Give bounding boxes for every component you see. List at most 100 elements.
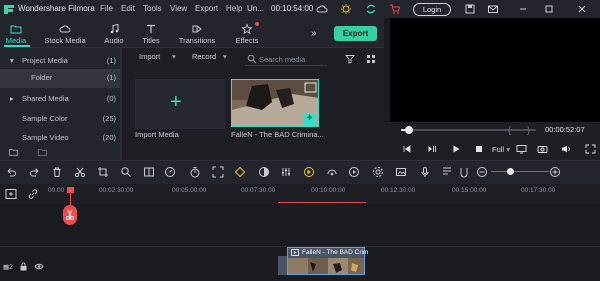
previous-frame-icon[interactable] [402,144,412,154]
ruler-label: 00:02:30:00 [99,187,134,194]
menu-export[interactable]: Export [195,4,218,13]
app-name: Wondershare Filmora [18,4,95,13]
eye-icon[interactable] [34,262,44,271]
tab-stock-media[interactable]: Stock Media [42,18,88,48]
sidebar-item-shared-media[interactable]: ▸ Shared Media (0) [0,90,120,109]
mark-out-icon[interactable]: } [527,125,530,135]
sync-icon[interactable] [365,3,377,15]
delete-icon[interactable] [51,166,63,178]
import-dropdown[interactable]: Import ▾ [139,52,176,66]
record-dropdown[interactable]: Record ▾ [192,52,227,66]
sidebar-item-count: (20) [102,133,116,142]
zoom-out-icon[interactable] [476,166,488,178]
close-icon[interactable] [576,3,588,15]
zoom-slider-track[interactable] [491,171,549,172]
audio-mixer-icon[interactable] [280,166,292,178]
crop-icon[interactable] [97,166,109,178]
menu-help[interactable]: Help [226,4,242,13]
cut-icon[interactable] [74,166,86,178]
menu-edit[interactable]: Edit [121,4,135,13]
chevron-down-icon: ▾ [506,145,510,154]
play-pause-icon[interactable] [427,144,437,154]
quality-select[interactable]: Full ▾ [492,145,510,154]
tab-effects-label: Effects [235,36,259,45]
stabilize-icon[interactable] [326,166,338,178]
zoom-slider-handle[interactable] [507,168,514,175]
undo-icon[interactable] [5,166,17,178]
ruler-label: 00:17:30:00 [521,187,556,194]
timeline-clip-name: FalleN - The BAD Crim [302,249,369,256]
markers-icon[interactable] [441,166,453,178]
new-folder-icon[interactable] [8,147,19,157]
tab-audio[interactable]: Audio [100,18,128,48]
plus-icon: + [170,91,182,113]
tab-media[interactable]: Media [0,18,32,48]
project-duration: 00:10:54:00 [271,4,314,13]
volume-icon[interactable] [561,144,572,154]
mail-icon[interactable] [487,3,499,15]
lock-icon[interactable] [19,262,28,271]
render-icon[interactable] [303,166,315,178]
ruler-label: 00:00 [48,187,65,194]
quality-label: Full [492,145,505,154]
menu-view[interactable]: View [170,4,187,13]
menu-tools[interactable]: Tools [143,4,162,13]
motion-icon[interactable] [348,166,360,178]
filter-icon[interactable] [345,54,355,64]
playhead-marker[interactable] [67,187,74,193]
timer-icon[interactable] [189,166,201,178]
search-icon [247,54,257,64]
tab-titles[interactable]: Titles [138,18,164,48]
voiceover-icon[interactable] [419,166,431,178]
cloud-icon[interactable] [316,3,328,15]
settings-icon[interactable] [372,166,384,178]
redo-icon[interactable] [29,166,41,178]
scene-icon[interactable] [395,166,407,178]
add-track-icon[interactable] [5,188,17,200]
sidebar-item-sample-video[interactable]: Sample Video (20) [0,129,120,148]
ruler-label: 00:12:30:00 [381,187,416,194]
tab-transitions[interactable]: Transitions [176,18,218,48]
sidebar-item-sample-color[interactable]: Sample Color (25) [0,110,120,129]
snap-icon[interactable] [458,166,470,178]
zoom-icon[interactable] [120,166,132,178]
stop-icon[interactable] [474,144,484,154]
fit-icon[interactable] [212,166,224,178]
tab-stock-media-label: Stock Media [44,36,86,45]
export-button[interactable]: Export [334,26,377,41]
cart-icon[interactable] [389,3,401,15]
more-tabs-icon[interactable]: » [311,28,317,39]
mark-in-icon[interactable]: { [508,125,511,135]
tab-transitions-label: Transitions [178,36,216,45]
filmora-logo-icon [2,2,16,16]
link-icon[interactable] [27,188,39,200]
sidebar-item-count: (1) [106,73,116,82]
text-icon [147,24,155,33]
ruler-label: 00:10:00:00 [311,187,346,194]
track-number-icon[interactable]: ▦2 [3,263,13,271]
menu-file[interactable]: File [100,4,113,13]
maximize-icon[interactable] [543,3,555,15]
sidebar-item-folder[interactable]: Folder (1) [0,69,120,88]
chevron-down-icon: ▾ [223,52,227,61]
play-icon[interactable] [451,144,461,154]
add-to-timeline-icon[interactable]: + [304,114,315,125]
minimize-icon[interactable] [517,3,529,15]
folder-icon[interactable] [37,147,48,157]
display-icon[interactable] [516,144,527,154]
zoom-in-icon[interactable] [549,166,561,178]
timeline-ruler[interactable] [0,184,600,204]
speed-icon[interactable] [164,166,176,178]
split-icon[interactable] [143,166,155,178]
import-dropdown-label: Import [139,52,161,61]
snapshot-icon[interactable] [537,144,548,154]
login-button[interactable]: Login [413,3,451,16]
fullscreen-icon[interactable] [585,144,596,154]
color-icon[interactable] [258,166,270,178]
preview-scrubber-track[interactable] [401,129,536,131]
save-icon[interactable] [464,3,476,15]
preview-scrubber-handle[interactable] [405,126,413,134]
bulb-icon[interactable] [340,3,352,15]
grid-view-icon[interactable] [366,54,376,64]
keyframe-icon[interactable] [234,166,246,178]
